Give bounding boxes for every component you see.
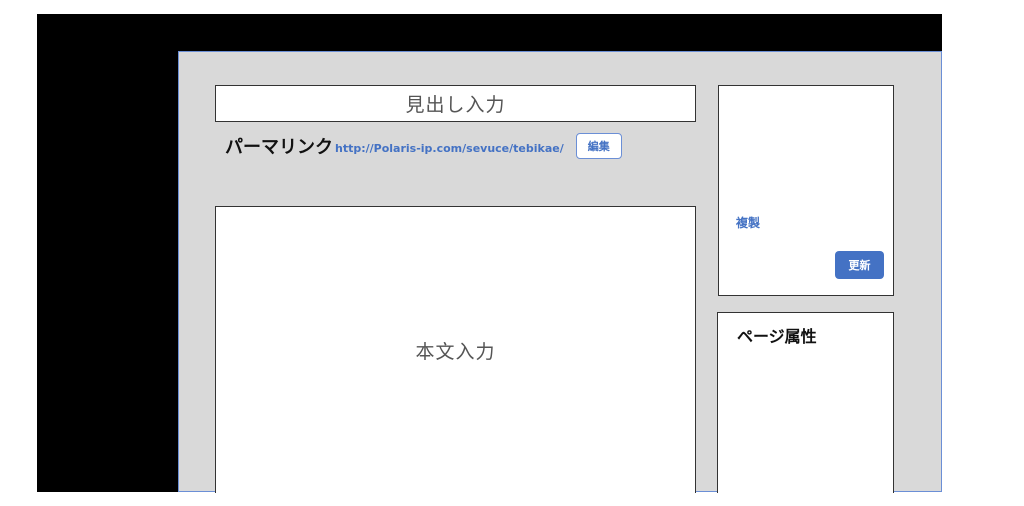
permalink-label: パーマリンク [225, 137, 333, 158]
post-editor-panel: 見出し入力 パーマリンク http://Polaris-ip.com/sevuc… [178, 51, 942, 493]
page-attributes-heading: ページ属性 [737, 327, 817, 346]
title-placeholder: 見出し入力 [405, 94, 506, 116]
title-input[interactable]: 見出し入力 [215, 85, 696, 122]
page-attributes-box: ページ属性 [717, 312, 894, 493]
edit-permalink-button[interactable]: 編集 [575, 133, 622, 159]
screen: 見出し入力 パーマリンク http://Polaris-ip.com/sevuc… [0, 0, 1024, 506]
permalink-row: パーマリンク http://Polaris-ip.com/sevuce/tebi… [225, 132, 622, 160]
update-button[interactable]: 更新 [835, 251, 884, 279]
body-input[interactable]: 本文入力 [215, 206, 696, 493]
duplicate-link[interactable]: 複製 [736, 214, 760, 231]
publish-box: 複製 更新 [718, 85, 894, 296]
permalink-url[interactable]: http://Polaris-ip.com/sevuce/tebikae/ [335, 142, 564, 155]
body-placeholder: 本文入力 [415, 340, 496, 363]
